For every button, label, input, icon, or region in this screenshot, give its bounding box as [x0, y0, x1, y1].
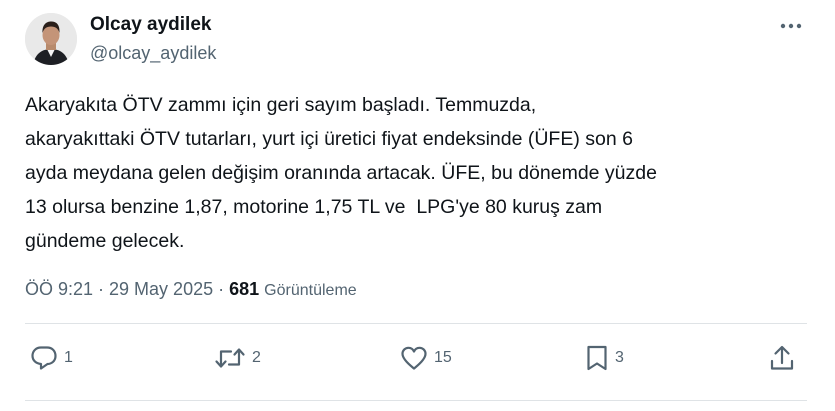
like-count: 15 — [434, 349, 452, 366]
heart-icon — [401, 346, 427, 370]
more-dots-icon — [780, 23, 802, 29]
profile-photo-icon — [25, 13, 77, 65]
retweet-count: 2 — [252, 349, 261, 366]
like-button[interactable]: 15 — [400, 343, 452, 373]
reply-button[interactable]: 1 — [30, 343, 73, 373]
share-button[interactable] — [769, 343, 795, 373]
divider-bottom — [25, 400, 807, 401]
tweet-text: Akaryakıta ÖTV zammı için geri sayım baş… — [25, 94, 657, 252]
divider-top — [25, 323, 807, 324]
author-avatar[interactable] — [25, 13, 77, 65]
bookmark-icon — [587, 345, 607, 371]
tweet-timestamp[interactable]: ÖÖ 9:21 · 29 May 2025 · — [25, 279, 229, 299]
retweet-icon — [215, 348, 245, 368]
author-display-name[interactable]: Olcay aydilek — [90, 13, 211, 37]
author-handle[interactable]: @olcay_aydilek — [90, 42, 216, 64]
reply-icon — [31, 346, 57, 370]
share-icon — [770, 345, 794, 370]
bookmark-button[interactable]: 3 — [585, 343, 624, 373]
retweet-button[interactable]: 2 — [214, 343, 261, 373]
views-count: 681 — [229, 279, 260, 299]
tweet-meta: ÖÖ 9:21 · 29 May 2025 · 681 Görüntüleme — [25, 277, 357, 303]
reply-count: 1 — [64, 349, 73, 366]
bookmark-count: 3 — [615, 349, 624, 366]
tweet-card: Olcay aydilek @olcay_aydilek Akaryakıta … — [0, 0, 835, 411]
views-label: Görüntüleme — [264, 282, 357, 299]
more-options-button[interactable] — [775, 12, 807, 40]
